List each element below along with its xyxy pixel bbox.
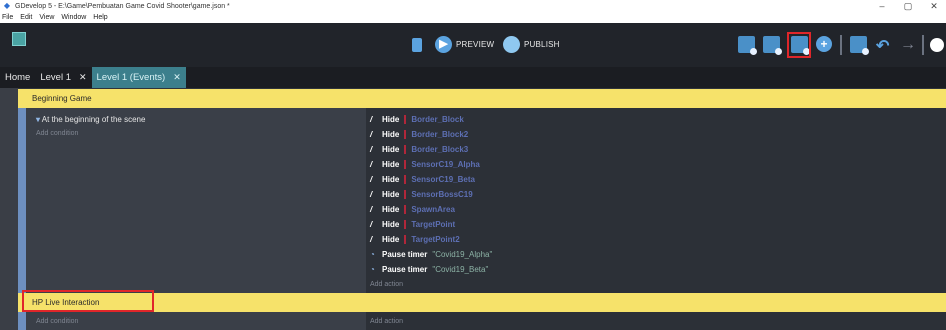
- action-hide[interactable]: / Hide SpawnArea: [370, 202, 455, 217]
- highlight-add-comment: [787, 32, 811, 58]
- event-drag-handle[interactable]: [18, 108, 26, 299]
- add-event-icon: [738, 36, 757, 55]
- object-marker: [404, 190, 407, 199]
- object-marker: [404, 130, 407, 139]
- menu-edit[interactable]: Edit: [20, 14, 32, 21]
- close-window-button[interactable]: ✕: [924, 0, 944, 12]
- add-event-button[interactable]: [738, 36, 757, 55]
- maximize-button[interactable]: ▢: [898, 0, 918, 12]
- menu-view[interactable]: View: [39, 14, 54, 21]
- redo-button[interactable]: →: [900, 36, 916, 54]
- undo-icon: ↶: [876, 38, 890, 55]
- project-manager-icon: [12, 32, 26, 46]
- add-action-link[interactable]: Add action: [370, 281, 403, 288]
- timer-icon: ◔: [370, 265, 375, 274]
- object-marker: [404, 235, 407, 244]
- visibility-icon: /: [370, 130, 373, 139]
- menu-window[interactable]: Window: [61, 14, 86, 21]
- window-title: GDevelop 5 - E:\Game\Pembuatan Game Covi…: [15, 2, 230, 10]
- filter-icon: ▾: [36, 115, 41, 124]
- action-hide[interactable]: / Hide TargetPoint: [370, 217, 455, 232]
- menu-bar: File Edit View Window Help: [0, 12, 946, 23]
- condition-at-beginning[interactable]: ▾ At the beginning of the scene: [36, 115, 145, 124]
- globe-icon: [503, 36, 520, 53]
- add-action-link[interactable]: Add action: [370, 318, 403, 325]
- preview-label: PREVIEW: [456, 40, 495, 49]
- visibility-icon: /: [370, 175, 373, 184]
- delete-event-icon: [850, 36, 869, 55]
- object-marker: [404, 115, 407, 124]
- editor-tabs: Home Level 1 ✕ Level 1 (Events) ✕: [0, 67, 946, 88]
- group-hp-live-interaction[interactable]: HP Live Interaction: [18, 293, 946, 312]
- toolbar-divider: [840, 35, 842, 55]
- add-condition-link[interactable]: Add condition: [36, 130, 78, 137]
- tab-label: Level 1: [40, 72, 71, 83]
- visibility-icon: /: [370, 205, 373, 214]
- highlight-hp-live-interaction: [22, 290, 154, 312]
- main-toolbar: ▶ PREVIEW PUBLISH + ↶ →: [0, 23, 946, 67]
- visibility-icon: /: [370, 235, 373, 244]
- settings-button[interactable]: [930, 38, 944, 52]
- preview-button[interactable]: ▶ PREVIEW: [435, 36, 494, 53]
- events-gutter: [0, 88, 18, 330]
- redo-icon: →: [900, 36, 916, 53]
- project-manager-button[interactable]: [12, 32, 26, 46]
- event-drag-handle[interactable]: [18, 312, 26, 330]
- object-marker: [404, 205, 407, 214]
- window-titlebar: ◆ GDevelop 5 - E:\Game\Pembuatan Game Co…: [0, 0, 946, 12]
- tab-label: Home: [5, 72, 31, 83]
- publish-button[interactable]: PUBLISH: [503, 36, 560, 53]
- tab-level-1-events[interactable]: Level 1 (Events) ✕: [91, 67, 186, 88]
- visibility-icon: /: [370, 160, 373, 169]
- toolbar-divider-2: [922, 35, 924, 55]
- add-condition-link[interactable]: Add condition: [36, 318, 78, 325]
- actions-column: [366, 312, 946, 330]
- action-hide[interactable]: / Hide Border_Block3: [370, 142, 468, 157]
- action-hide[interactable]: / Hide SensorBossC19: [370, 187, 473, 202]
- visibility-icon: /: [370, 145, 373, 154]
- close-tab-icon[interactable]: ✕: [79, 72, 87, 83]
- play-icon: ▶: [435, 36, 452, 53]
- object-marker: [404, 160, 407, 169]
- action-hide[interactable]: / Hide Border_Block: [370, 112, 464, 127]
- tab-label: Level 1 (Events): [96, 72, 166, 83]
- group-beginning-game[interactable]: Beginning Game: [18, 89, 946, 108]
- undo-button[interactable]: ↶: [876, 36, 889, 56]
- object-marker: [404, 145, 407, 154]
- object-marker: [404, 220, 407, 229]
- action-pause-timer[interactable]: ◔ Pause timer "Covid19_Beta": [370, 262, 488, 277]
- visibility-icon: /: [370, 115, 373, 124]
- minimize-button[interactable]: –: [872, 0, 892, 12]
- tab-level-1[interactable]: Level 1 ✕: [35, 67, 91, 88]
- add-subevent-button[interactable]: [763, 36, 782, 55]
- debug-button[interactable]: [412, 38, 422, 52]
- publish-label: PUBLISH: [524, 40, 560, 49]
- tab-home[interactable]: Home: [0, 67, 35, 88]
- add-more-button[interactable]: +: [816, 36, 832, 52]
- settings-icon: [930, 38, 944, 52]
- action-hide[interactable]: / Hide TargetPoint2: [370, 232, 460, 247]
- object-marker: [404, 175, 407, 184]
- timer-icon: ◔: [370, 250, 375, 259]
- action-hide[interactable]: / Hide Border_Block2: [370, 127, 468, 142]
- action-hide[interactable]: / Hide SensorC19_Beta: [370, 172, 475, 187]
- gdevelop-app-icon: ◆: [3, 1, 11, 10]
- delete-event-button[interactable]: [850, 36, 869, 55]
- close-tab-icon[interactable]: ✕: [173, 72, 181, 83]
- visibility-icon: /: [370, 190, 373, 199]
- events-sheet: Beginning Game ▾ At the beginning of the…: [0, 88, 946, 330]
- plus-circle-icon: +: [816, 36, 832, 52]
- visibility-icon: /: [370, 220, 373, 229]
- menu-file[interactable]: File: [2, 14, 13, 21]
- add-subevent-icon: [763, 36, 782, 55]
- menu-help[interactable]: Help: [93, 14, 107, 21]
- bug-icon: [412, 38, 422, 52]
- action-pause-timer[interactable]: ◔ Pause timer "Covid19_Alpha": [370, 247, 492, 262]
- action-hide[interactable]: / Hide SensorC19_Alpha: [370, 157, 480, 172]
